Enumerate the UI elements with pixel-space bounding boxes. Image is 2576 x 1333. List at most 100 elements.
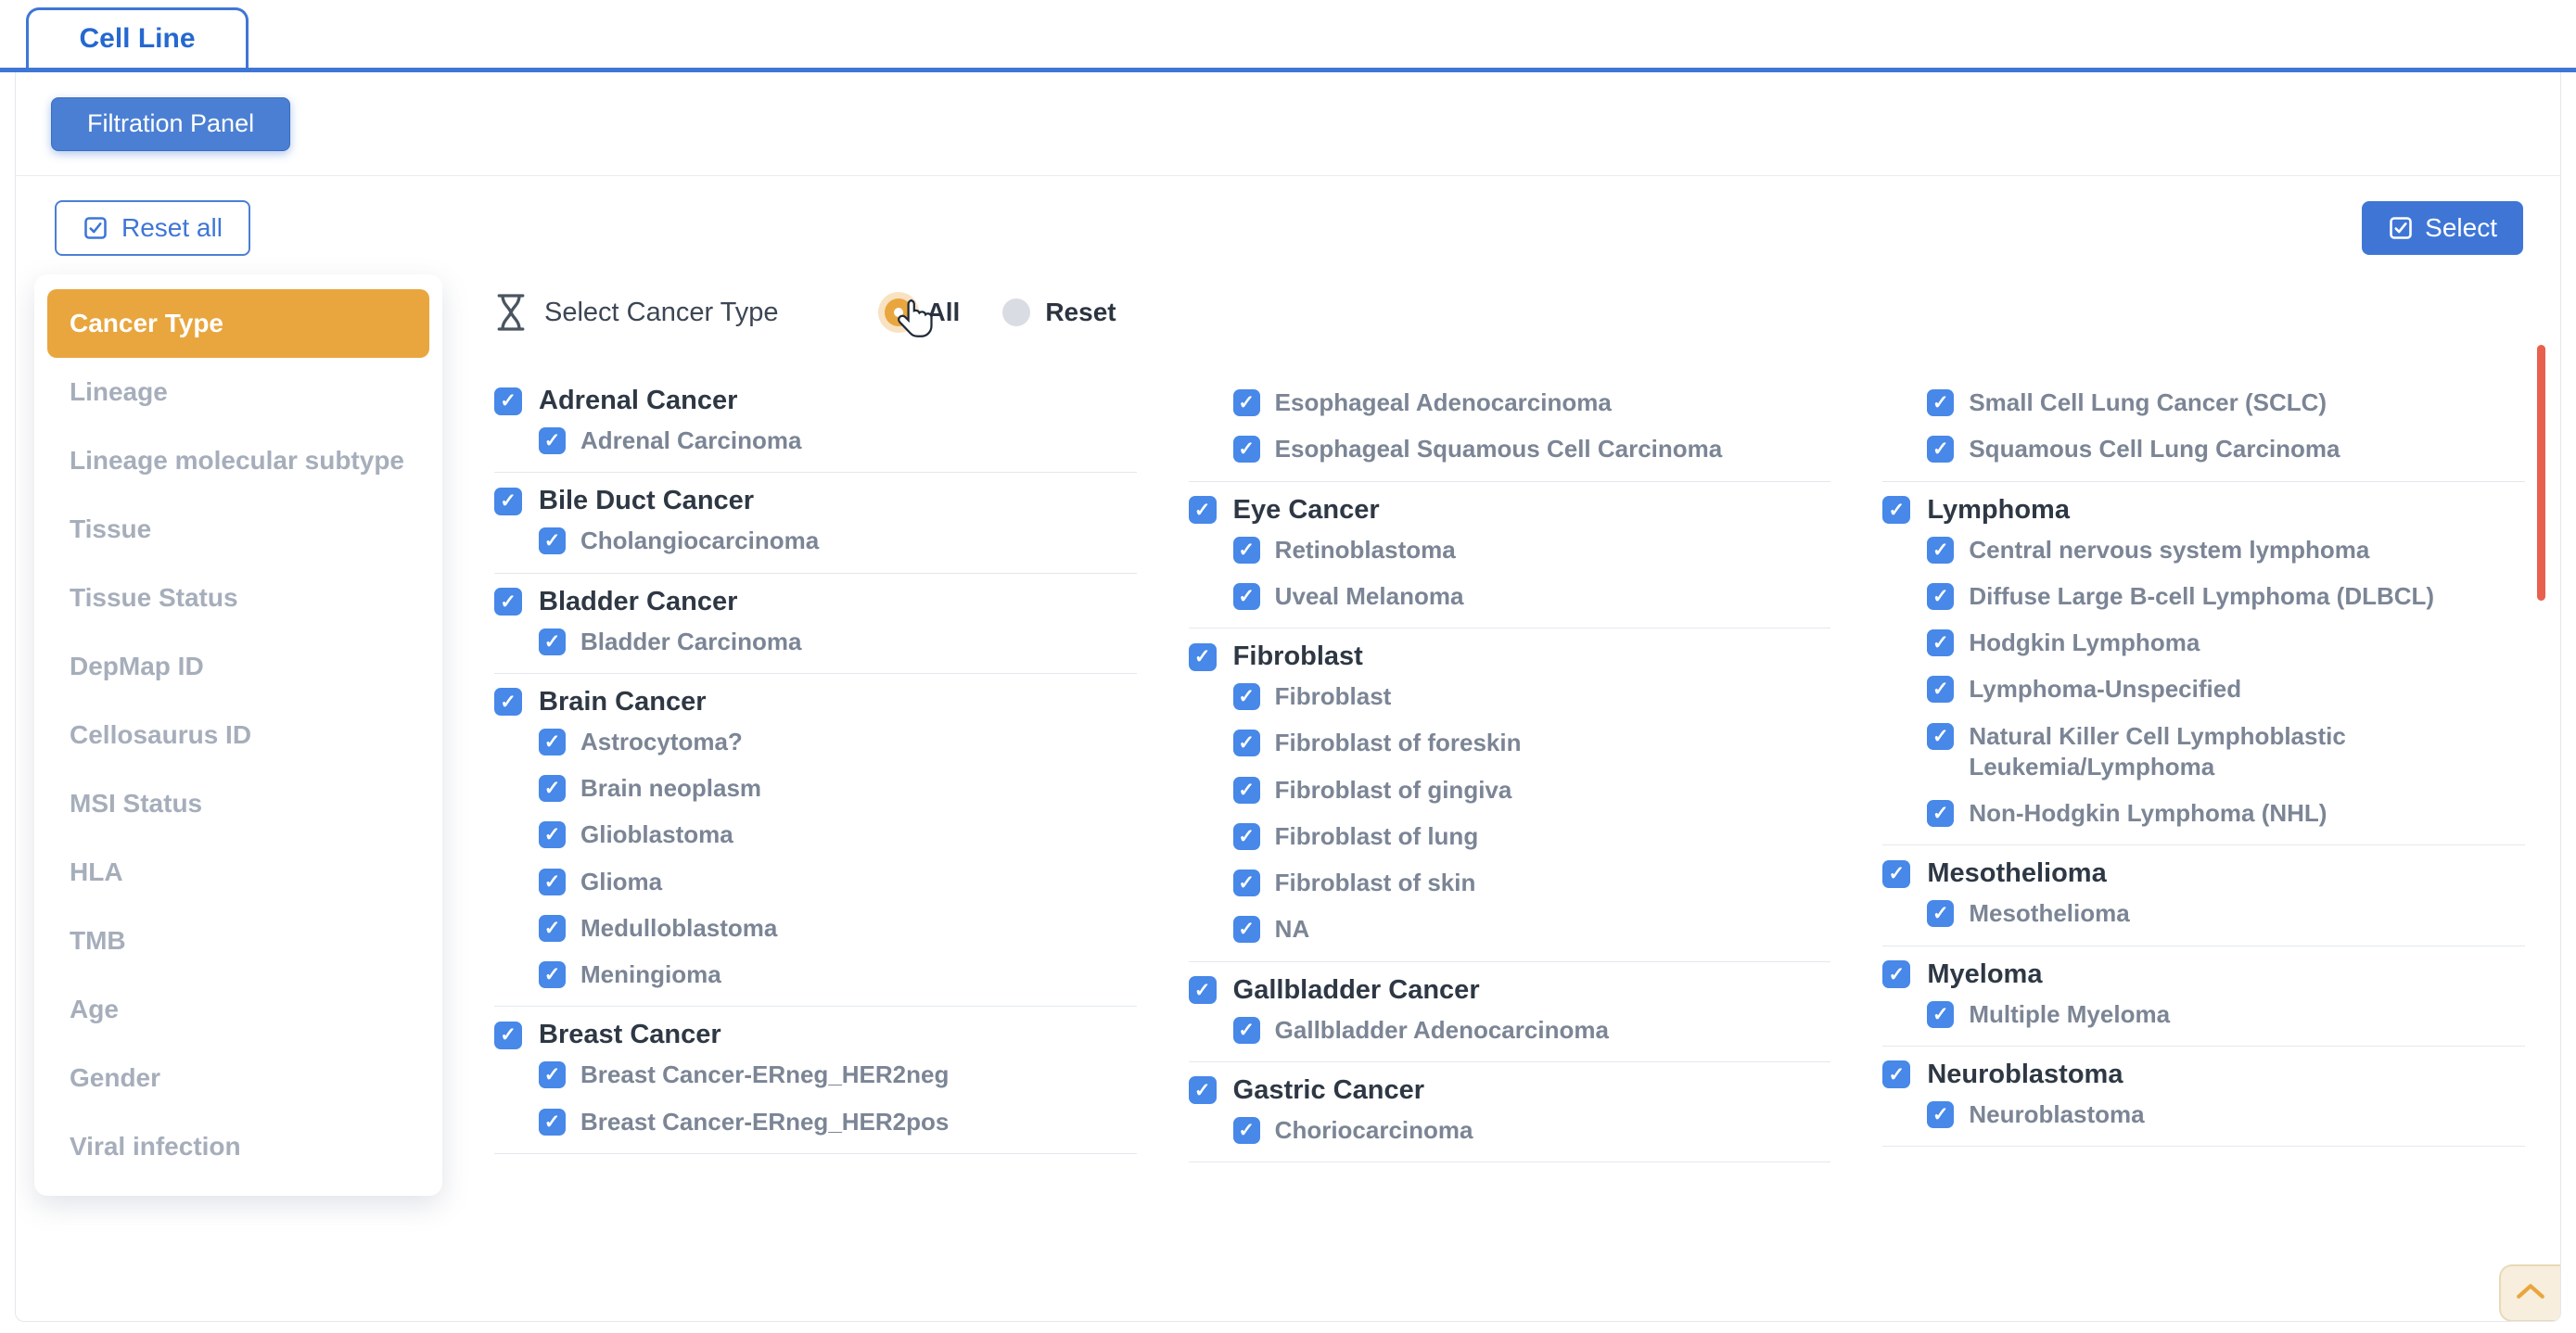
checkbox-checked-icon[interactable]: ✓ [1233,823,1260,850]
cancer-subtype-row-bladder-carcinoma[interactable]: ✓Bladder Carcinoma [494,627,1137,657]
checkbox-checked-icon[interactable]: ✓ [1882,496,1910,524]
checkbox-checked-icon[interactable]: ✓ [1233,537,1260,564]
checkbox-checked-icon[interactable]: ✓ [494,688,522,716]
checkbox-checked-icon[interactable]: ✓ [494,488,522,515]
cancer-group-row-myeloma[interactable]: ✓Myeloma [1882,959,2525,990]
checkbox-checked-icon[interactable]: ✓ [1233,730,1260,756]
scrollbar-thumb[interactable] [2537,345,2545,601]
cancer-group-row-adrenal-cancer[interactable]: ✓Adrenal Cancer [494,386,1137,416]
checkbox-checked-icon[interactable]: ✓ [1927,629,1954,656]
radio-unselected-icon[interactable] [1002,298,1030,326]
checkbox-checked-icon[interactable]: ✓ [494,387,522,415]
sidebar-item-lineage[interactable]: Lineage [47,358,429,426]
cancer-subtype-row-hodgkin-lymphoma[interactable]: ✓Hodgkin Lymphoma [1882,628,2525,658]
cancer-subtype-row-small-cell-lung-cancer-sclc[interactable]: ✓Small Cell Lung Cancer (SCLC) [1882,387,2525,418]
checkbox-checked-icon[interactable]: ✓ [1233,436,1260,463]
cancer-group-row-gastric-cancer[interactable]: ✓Gastric Cancer [1189,1075,1831,1106]
checkbox-checked-icon[interactable]: ✓ [1233,683,1260,710]
cancer-subtype-row-multiple-myeloma[interactable]: ✓Multiple Myeloma [1882,999,2525,1030]
cancer-subtype-row-meningioma[interactable]: ✓Meningioma [494,959,1137,990]
checkbox-checked-icon[interactable]: ✓ [1927,537,1954,564]
checkbox-checked-icon[interactable]: ✓ [1233,777,1260,804]
checkbox-checked-icon[interactable]: ✓ [539,729,566,755]
cancer-subtype-row-natural-killer-cell-lymphoblastic-leukemia-lymphoma[interactable]: ✓Natural Killer Cell Lymphoblastic Leuke… [1882,721,2525,783]
sidebar-item-lineage-molecular-subtype[interactable]: Lineage molecular subtype [47,426,429,495]
checkbox-checked-icon[interactable]: ✓ [1882,960,1910,988]
cancer-subtype-row-central-nervous-system-lymphoma[interactable]: ✓Central nervous system lymphoma [1882,535,2525,565]
cancer-subtype-row-fibroblast-of-foreskin[interactable]: ✓Fibroblast of foreskin [1189,728,1831,758]
cancer-subtype-row-cholangiocarcinoma[interactable]: ✓Cholangiocarcinoma [494,526,1137,556]
cancer-subtype-row-diffuse-large-b-cell-lymphoma-dlbcl[interactable]: ✓Diffuse Large B-cell Lymphoma (DLBCL) [1882,581,2525,612]
cancer-group-row-neuroblastoma[interactable]: ✓Neuroblastoma [1882,1060,2525,1090]
checkbox-checked-icon[interactable]: ✓ [1189,643,1217,671]
checkbox-checked-icon[interactable]: ✓ [1233,870,1260,896]
checkbox-checked-icon[interactable]: ✓ [1233,1017,1260,1044]
cancer-group-row-bladder-cancer[interactable]: ✓Bladder Cancer [494,587,1137,617]
tab-cell-line[interactable]: Cell Line [26,7,249,68]
sidebar-item-hla[interactable]: HLA [47,838,429,907]
checkbox-checked-icon[interactable]: ✓ [1927,436,1954,463]
cancer-subtype-row-mesothelioma[interactable]: ✓Mesothelioma [1882,898,2525,929]
checkbox-checked-icon[interactable]: ✓ [539,527,566,554]
cancer-subtype-row-choriocarcinoma[interactable]: ✓Choriocarcinoma [1189,1115,1831,1146]
checkbox-checked-icon[interactable]: ✓ [539,775,566,802]
cancer-group-row-bile-duct-cancer[interactable]: ✓Bile Duct Cancer [494,486,1137,516]
cancer-subtype-row-glioma[interactable]: ✓Glioma [494,867,1137,897]
cancer-subtype-row-fibroblast-of-skin[interactable]: ✓Fibroblast of skin [1189,868,1831,898]
checkbox-checked-icon[interactable]: ✓ [539,1061,566,1088]
checkbox-checked-icon[interactable]: ✓ [539,869,566,895]
cancer-subtype-row-lymphoma-unspecified[interactable]: ✓Lymphoma-Unspecified [1882,674,2525,705]
checkbox-checked-icon[interactable]: ✓ [539,961,566,988]
sidebar-item-tissue-status[interactable]: Tissue Status [47,564,429,632]
sidebar-item-tissue[interactable]: Tissue [47,495,429,564]
checkbox-checked-icon[interactable]: ✓ [1927,1001,1954,1028]
checkbox-checked-icon[interactable]: ✓ [1927,723,1954,750]
sidebar-item-gender[interactable]: Gender [47,1044,429,1112]
filtration-panel-button[interactable]: Filtration Panel [51,97,290,151]
checkbox-checked-icon[interactable]: ✓ [1189,976,1217,1004]
cancer-subtype-row-adrenal-carcinoma[interactable]: ✓Adrenal Carcinoma [494,425,1137,456]
select-button[interactable]: Select [2362,201,2523,255]
sidebar-item-tmb[interactable]: TMB [47,907,429,975]
checkbox-checked-icon[interactable]: ✓ [1233,1117,1260,1144]
cancer-group-row-fibroblast[interactable]: ✓Fibroblast [1189,641,1831,672]
cancer-group-row-eye-cancer[interactable]: ✓Eye Cancer [1189,495,1831,526]
checkbox-checked-icon[interactable]: ✓ [1233,583,1260,610]
checkbox-checked-icon[interactable]: ✓ [539,628,566,655]
cancer-subtype-row-medulloblastoma[interactable]: ✓Medulloblastoma [494,913,1137,944]
checkbox-checked-icon[interactable]: ✓ [1927,900,1954,927]
cancer-subtype-row-fibroblast[interactable]: ✓Fibroblast [1189,681,1831,712]
checkbox-checked-icon[interactable]: ✓ [1189,1076,1217,1104]
checkbox-checked-icon[interactable]: ✓ [1882,860,1910,888]
sidebar-item-depmap-id[interactable]: DepMap ID [47,632,429,701]
cancer-subtype-row-breast-cancer-erneg-her2pos[interactable]: ✓Breast Cancer-ERneg_HER2pos [494,1107,1137,1137]
cancer-group-row-lymphoma[interactable]: ✓Lymphoma [1882,495,2525,526]
checkbox-checked-icon[interactable]: ✓ [1927,389,1954,416]
checkbox-checked-icon[interactable]: ✓ [494,588,522,616]
cancer-subtype-row-brain-neoplasm[interactable]: ✓Brain neoplasm [494,773,1137,804]
radio-reset[interactable]: Reset [1002,298,1116,327]
checkbox-checked-icon[interactable]: ✓ [1927,800,1954,827]
checkbox-checked-icon[interactable]: ✓ [1882,1060,1910,1088]
cancer-subtype-row-na[interactable]: ✓NA [1189,914,1831,945]
cancer-subtype-row-gallbladder-adenocarcinoma[interactable]: ✓Gallbladder Adenocarcinoma [1189,1015,1831,1046]
sidebar-item-age[interactable]: Age [47,975,429,1044]
checkbox-checked-icon[interactable]: ✓ [1927,676,1954,703]
cancer-subtype-row-astrocytoma[interactable]: ✓Astrocytoma? [494,727,1137,757]
sidebar-item-cancer-type[interactable]: Cancer Type [47,289,429,358]
reset-all-button[interactable]: Reset all [55,200,250,256]
scroll-top-button[interactable] [2499,1264,2560,1322]
checkbox-checked-icon[interactable]: ✓ [1927,583,1954,610]
cancer-subtype-row-breast-cancer-erneg-her2neg[interactable]: ✓Breast Cancer-ERneg_HER2neg [494,1060,1137,1090]
cancer-subtype-row-retinoblastoma[interactable]: ✓Retinoblastoma [1189,535,1831,565]
checkbox-checked-icon[interactable]: ✓ [494,1022,522,1049]
cancer-subtype-row-uveal-melanoma[interactable]: ✓Uveal Melanoma [1189,581,1831,612]
checkbox-checked-icon[interactable]: ✓ [1233,916,1260,943]
cancer-group-row-gallbladder-cancer[interactable]: ✓Gallbladder Cancer [1189,975,1831,1006]
sidebar-item-msi-status[interactable]: MSI Status [47,769,429,838]
checkbox-checked-icon[interactable]: ✓ [539,1109,566,1136]
checkbox-checked-icon[interactable]: ✓ [1233,389,1260,416]
radio-all[interactable]: All [885,298,961,327]
cancer-subtype-row-glioblastoma[interactable]: ✓Glioblastoma [494,819,1137,850]
cancer-subtype-row-fibroblast-of-gingiva[interactable]: ✓Fibroblast of gingiva [1189,775,1831,806]
